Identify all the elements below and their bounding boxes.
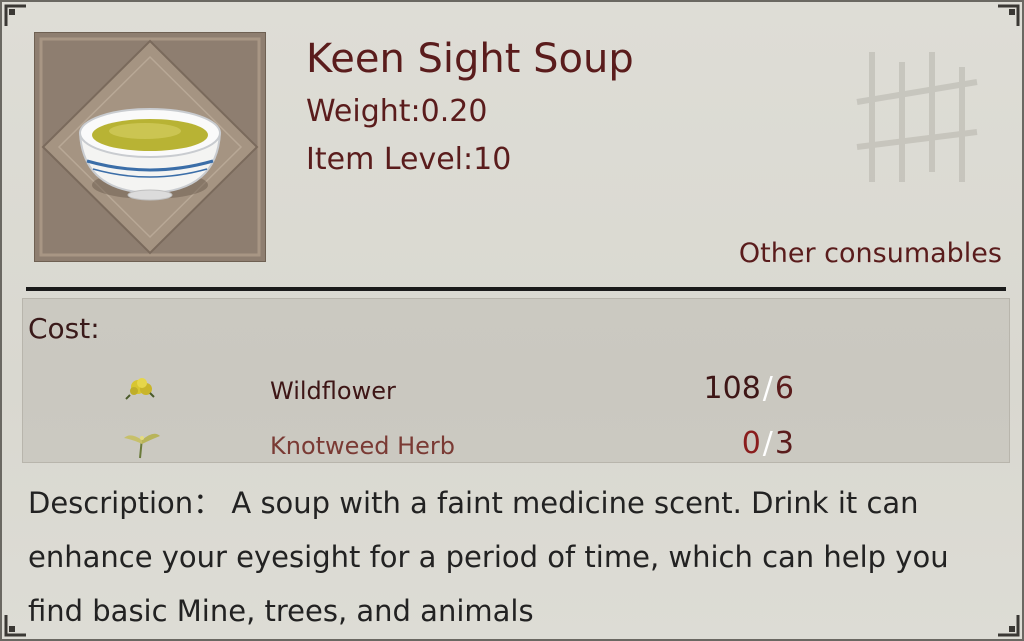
material-have: 0 <box>741 426 761 461</box>
item-icon-frame <box>34 32 266 262</box>
material-name: Knotweed Herb <box>270 432 455 460</box>
item-level: Item Level:10 <box>306 142 512 177</box>
item-name: Keen Sight Soup <box>306 36 634 82</box>
corner-ornament <box>4 615 26 637</box>
material-need: 6 <box>774 371 794 406</box>
item-category: Other consumables <box>738 238 1002 269</box>
material-row[interactable]: Knotweed Herb 0/3 <box>2 426 1022 466</box>
background-decoration <box>856 52 978 182</box>
item-description: Description： A soup with a faint medicin… <box>28 486 949 628</box>
item-tooltip-panel: Keen Sight Soup Weight:0.20 Item Level:1… <box>0 0 1024 641</box>
material-row[interactable]: Wildflower 108/6 <box>2 371 1022 411</box>
material-count: 108/6 <box>704 371 794 406</box>
count-separator: / <box>762 426 773 461</box>
item-weight: Weight:0.20 <box>306 94 488 129</box>
knotweed-herb-icon <box>124 433 160 459</box>
corner-ornament <box>998 4 1020 26</box>
corner-ornament <box>4 4 26 26</box>
material-count: 0/3 <box>742 426 794 461</box>
wildflower-icon <box>125 378 155 400</box>
material-have: 108 <box>703 371 761 406</box>
material-name: Wildflower <box>270 377 396 405</box>
soup-bowl-icon <box>35 33 265 261</box>
cost-label: Cost: <box>28 312 100 345</box>
count-separator: / <box>762 371 773 406</box>
divider <box>26 287 1006 291</box>
material-need: 3 <box>774 426 794 461</box>
